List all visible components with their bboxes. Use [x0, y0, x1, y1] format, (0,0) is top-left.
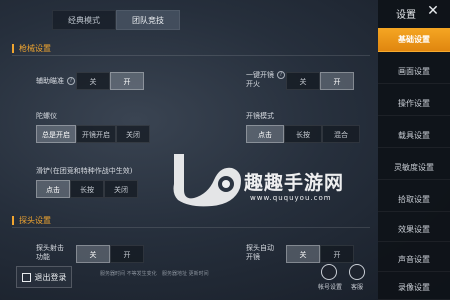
peek-auto-on[interactable]: 开 [320, 245, 354, 263]
service-icon [349, 264, 365, 280]
peek-auto-toggle: 关 开 [286, 245, 354, 263]
account-icon [321, 264, 337, 280]
slide-off[interactable]: 关闭 [104, 180, 138, 198]
one-key-scope-off[interactable]: 关 [286, 72, 320, 90]
section-title-gun: 枪械设置 [12, 44, 51, 53]
watermark-url: www.ququyou.com [250, 194, 332, 202]
sidebar-item-vehicle[interactable]: 载具设置 [378, 124, 450, 148]
assist-aim-off[interactable]: 关 [76, 72, 110, 90]
scope-mode-label: 开镜模式 [246, 112, 274, 120]
slide-label: 滑铲(在团竞和特种作战中生效) [36, 167, 133, 175]
section-title-peek: 探头设置 [12, 216, 51, 225]
peek-fire-on[interactable]: 开 [110, 245, 144, 263]
tab-team-deathmatch[interactable]: 团队竞技 [116, 10, 180, 30]
peek-fire-toggle: 关 开 [76, 245, 144, 263]
account-settings-button[interactable]: 帐号设置 [318, 264, 343, 291]
watermark-text: 趣趣手游网 [244, 172, 345, 194]
scope-mode-segment: 点击 长按 混合 [246, 125, 360, 143]
logout-icon [21, 272, 31, 282]
peek-fire-label: 探头射击 功能 [36, 244, 64, 262]
slide-hold[interactable]: 长按 [70, 180, 104, 198]
settings-sidebar: 设置 ✕ 基础设置 画面设置 操作设置 载具设置 灵敏度设置 拾取设置 效果设置… [378, 0, 450, 300]
close-icon[interactable]: ✕ [424, 2, 442, 20]
help-icon[interactable]: ? [277, 71, 285, 79]
mode-tabs: 经典模式 团队竞技 [52, 10, 180, 30]
sidebar-item-audio[interactable]: 声音设置 [378, 248, 450, 272]
sidebar-item-replay[interactable]: 录像设置 [378, 276, 450, 300]
gyro-scope-on[interactable]: 开镜开启 [76, 125, 116, 143]
gyro-always-on[interactable]: 总是开启 [36, 125, 76, 143]
logout-button[interactable]: 退出登录 [16, 266, 72, 288]
help-icon[interactable]: ? [67, 77, 75, 85]
section-divider [12, 227, 370, 228]
gyro-label: 陀螺仪 [36, 112, 57, 120]
peek-auto-label-line1: 探头自动 [246, 244, 274, 252]
watermark-logo-icon [173, 154, 241, 207]
peek-fire-off[interactable]: 关 [76, 245, 110, 263]
assist-aim-on[interactable]: 开 [110, 72, 144, 90]
slide-segment: 点击 长按 关闭 [36, 180, 138, 198]
gyro-off[interactable]: 关闭 [116, 125, 150, 143]
one-key-scope-on[interactable]: 开 [320, 72, 354, 90]
slide-tap[interactable]: 点击 [36, 180, 70, 198]
scope-mode-tap[interactable]: 点击 [246, 125, 284, 143]
logout-label: 退出登录 [34, 272, 67, 282]
sidebar-title: 设置 [396, 10, 416, 21]
peek-auto-label: 探头自动 开镜 [246, 244, 274, 262]
scope-mode-hold[interactable]: 长按 [284, 125, 322, 143]
sidebar-item-controls[interactable]: 操作设置 [378, 92, 450, 116]
watermark: 趣趣手游网 www.ququyou.com [168, 150, 408, 220]
peek-fire-label-line1: 探头射击 [36, 244, 64, 252]
sidebar-item-sensitivity[interactable]: 灵敏度设置 [378, 156, 450, 180]
customer-service-button[interactable]: 客服 [346, 264, 368, 291]
server-hint-2: 服务器地址 更新时间 [162, 271, 209, 277]
scope-mode-mixed[interactable]: 混合 [322, 125, 360, 143]
sidebar-item-effects[interactable]: 效果设置 [378, 218, 450, 242]
one-key-scope-toggle: 关 开 [286, 72, 354, 90]
assist-aim-toggle: 关 开 [76, 72, 144, 90]
peek-fire-label-line2: 功能 [36, 253, 50, 261]
tab-classic-mode[interactable]: 经典模式 [52, 10, 116, 30]
one-key-scope-label: 一键开镜? 开火 [246, 71, 285, 89]
one-key-scope-label-line2: 开火 [246, 80, 260, 88]
one-key-scope-label-line1: 一键开镜 [246, 71, 274, 79]
customer-service-label: 客服 [350, 284, 363, 291]
sidebar-item-basic[interactable]: 基础设置 [378, 28, 450, 52]
sidebar-item-pickup[interactable]: 拾取设置 [378, 188, 450, 212]
server-hint-1: 服务器时间 不等发生变化 [100, 271, 157, 277]
gyro-segment: 总是开启 开镜开启 关闭 [36, 125, 150, 143]
sidebar-item-graphics[interactable]: 画面设置 [378, 60, 450, 84]
assist-aim-label-text: 辅助瞄准 [36, 77, 64, 85]
peek-auto-label-line2: 开镜 [246, 253, 260, 261]
section-divider [12, 55, 370, 56]
settings-screen: 经典模式 团队竞技 枪械设置 辅助瞄准? 关 开 一键开镜? 开火 关 开 陀螺… [0, 0, 450, 300]
peek-auto-off[interactable]: 关 [286, 245, 320, 263]
assist-aim-label: 辅助瞄准? [36, 76, 75, 86]
account-settings-label: 帐号设置 [318, 284, 343, 291]
